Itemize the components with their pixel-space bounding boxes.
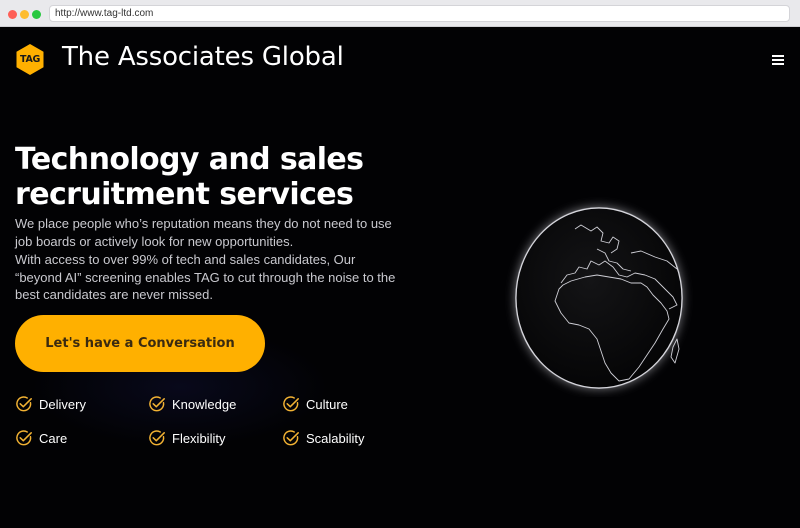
close-window-button[interactable]: [8, 10, 17, 19]
feature-culture: Culture: [282, 394, 348, 414]
address-bar[interactable]: http://www.tag-ltd.com: [49, 5, 790, 22]
page-title: Technology and sales recruitment service…: [15, 142, 435, 212]
hamburger-menu-icon[interactable]: [772, 55, 784, 65]
browser-toolbar: http://www.tag-ltd.com: [0, 0, 800, 27]
logo[interactable]: TAG: [16, 44, 44, 75]
conversation-button[interactable]: Let's have a Conversation: [15, 315, 265, 372]
intro-paragraph: We place people who’s reputation means t…: [15, 216, 392, 249]
feature-knowledge: Knowledge: [148, 394, 236, 414]
check-circle-icon: [149, 396, 165, 412]
brand-name[interactable]: The Associates Global: [62, 42, 344, 72]
feature-label: Knowledge: [172, 396, 237, 412]
headline-line-1: Technology and sales: [15, 142, 364, 177]
feature-label: Scalability: [306, 430, 365, 446]
check-circle-icon: [16, 430, 32, 446]
globe-illustration: [505, 197, 695, 397]
check-circle-icon: [283, 430, 299, 446]
check-circle-icon: [149, 430, 165, 446]
feature-scalability: Scalability: [282, 428, 365, 448]
feature-flexibility: Flexibility: [148, 428, 225, 448]
check-circle-icon: [283, 396, 299, 412]
feature-delivery: Delivery: [15, 394, 86, 414]
feature-label: Culture: [306, 396, 348, 412]
feature-care: Care: [15, 428, 67, 448]
feature-label: Flexibility: [172, 430, 226, 446]
check-circle-icon: [16, 396, 32, 412]
feature-label: Delivery: [39, 396, 86, 412]
maximize-window-button[interactable]: [32, 10, 41, 19]
screening-paragraph: With access to over 99% of tech and sale…: [15, 252, 396, 302]
minimize-window-button[interactable]: [20, 10, 29, 19]
page-content: TAG The Associates Global Technology and…: [0, 27, 800, 528]
globe-icon: [515, 207, 683, 389]
feature-label: Care: [39, 430, 68, 446]
logo-text: TAG: [20, 54, 40, 65]
headline-line-2: recruitment services: [15, 177, 354, 212]
